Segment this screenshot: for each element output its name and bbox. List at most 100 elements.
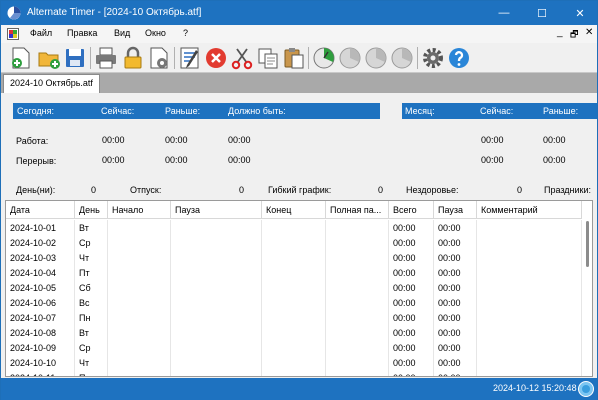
timer-start-icon[interactable] <box>312 46 336 70</box>
table-cell[interactable]: Вс <box>75 295 108 310</box>
table-cell[interactable]: Сб <box>75 280 108 295</box>
settings-document-icon[interactable] <box>147 46 171 70</box>
table-cell[interactable] <box>171 310 262 325</box>
mdi-restore-button[interactable]: 🗗 <box>570 27 578 43</box>
table-cell[interactable]: Ср <box>75 340 108 355</box>
table-row[interactable]: 2024-10-04 Пт 00:00 00:00 <box>6 265 582 280</box>
table-cell[interactable]: 00:00 <box>389 265 434 280</box>
column-header[interactable]: Всего <box>389 201 434 219</box>
table-cell[interactable] <box>108 310 171 325</box>
table-cell[interactable]: 00:00 <box>434 265 477 280</box>
table-cell[interactable]: Пн <box>75 310 108 325</box>
table-cell[interactable] <box>326 235 389 250</box>
table-cell[interactable]: 2024-10-01 <box>6 220 75 235</box>
table-cell[interactable]: 2024-10-11 <box>6 370 75 376</box>
table-cell[interactable] <box>171 355 262 370</box>
table-cell[interactable] <box>262 265 326 280</box>
table-cell[interactable]: 2024-10-06 <box>6 295 75 310</box>
table-cell[interactable]: 00:00 <box>434 250 477 265</box>
table-cell[interactable] <box>326 340 389 355</box>
timer-pause-icon[interactable] <box>338 46 362 70</box>
table-cell[interactable] <box>477 250 582 265</box>
table-cell[interactable] <box>477 235 582 250</box>
table-cell[interactable] <box>326 220 389 235</box>
table-cell[interactable] <box>108 355 171 370</box>
table-cell[interactable]: 2024-10-08 <box>6 325 75 340</box>
table-cell[interactable] <box>108 370 171 376</box>
timer-resume-icon[interactable] <box>364 46 388 70</box>
table-cell[interactable]: Вт <box>75 325 108 340</box>
table-cell[interactable] <box>477 220 582 235</box>
delete-icon[interactable] <box>204 46 228 70</box>
table-row[interactable]: 2024-10-05 Сб 00:00 00:00 <box>6 280 582 295</box>
table-cell[interactable]: 2024-10-02 <box>6 235 75 250</box>
column-header[interactable]: Пауза <box>171 201 262 219</box>
table-cell[interactable] <box>477 370 582 376</box>
table-row[interactable]: 2024-10-03 Чт 00:00 00:00 <box>6 250 582 265</box>
table-row[interactable]: 2024-10-01 Вт 00:00 00:00 <box>6 220 582 235</box>
table-cell[interactable] <box>171 325 262 340</box>
table-cell[interactable]: 2024-10-03 <box>6 250 75 265</box>
table-cell[interactable] <box>108 280 171 295</box>
table-cell[interactable] <box>262 235 326 250</box>
timesheet-grid[interactable]: Дата День Начало Пауза Конец Полная па... Всег… <box>5 200 593 377</box>
table-cell[interactable] <box>477 265 582 280</box>
close-button[interactable]: ✕ <box>563 1 597 25</box>
table-cell[interactable] <box>262 250 326 265</box>
column-header[interactable]: Начало <box>108 201 171 219</box>
table-cell[interactable] <box>262 370 326 376</box>
table-cell[interactable] <box>326 355 389 370</box>
table-cell[interactable]: 2024-10-04 <box>6 265 75 280</box>
cut-icon[interactable] <box>230 46 254 70</box>
table-cell[interactable] <box>108 265 171 280</box>
table-row[interactable]: 2024-10-07 Пн 00:00 00:00 <box>6 310 582 325</box>
minimize-button[interactable]: — <box>487 1 521 25</box>
table-cell[interactable]: Чт <box>75 250 108 265</box>
table-cell[interactable] <box>262 355 326 370</box>
column-header[interactable]: День <box>75 201 108 219</box>
menu-file[interactable]: Файл <box>30 28 52 38</box>
open-folder-icon[interactable] <box>37 46 61 70</box>
document-icon[interactable] <box>7 28 19 40</box>
table-cell[interactable] <box>326 280 389 295</box>
table-cell[interactable] <box>262 340 326 355</box>
table-cell[interactable] <box>171 220 262 235</box>
table-cell[interactable]: 00:00 <box>389 235 434 250</box>
column-header[interactable]: Пауза <box>434 201 477 219</box>
lock-icon[interactable] <box>121 46 145 70</box>
new-file-icon[interactable] <box>9 46 33 70</box>
table-cell[interactable]: 00:00 <box>389 355 434 370</box>
menu-edit[interactable]: Правка <box>67 28 97 38</box>
table-cell[interactable] <box>326 295 389 310</box>
table-cell[interactable]: 00:00 <box>434 370 477 376</box>
table-cell[interactable] <box>326 370 389 376</box>
menu-view[interactable]: Вид <box>114 28 130 38</box>
table-cell[interactable]: 00:00 <box>389 370 434 376</box>
table-cell[interactable]: Ср <box>75 235 108 250</box>
print-icon[interactable] <box>94 46 118 70</box>
table-cell[interactable]: 00:00 <box>389 340 434 355</box>
table-cell[interactable] <box>171 265 262 280</box>
column-header[interactable]: Дата <box>6 201 75 219</box>
table-cell[interactable] <box>262 310 326 325</box>
table-cell[interactable]: 00:00 <box>434 280 477 295</box>
timer-stop-icon[interactable] <box>390 46 414 70</box>
table-cell[interactable]: 00:00 <box>434 325 477 340</box>
table-cell[interactable] <box>477 310 582 325</box>
table-cell[interactable]: 00:00 <box>434 355 477 370</box>
table-cell[interactable]: Чт <box>75 355 108 370</box>
table-cell[interactable] <box>171 295 262 310</box>
table-cell[interactable]: 2024-10-05 <box>6 280 75 295</box>
table-cell[interactable] <box>171 280 262 295</box>
save-icon[interactable] <box>63 46 87 70</box>
table-cell[interactable] <box>477 340 582 355</box>
table-cell[interactable] <box>108 295 171 310</box>
maximize-button[interactable]: ☐ <box>525 1 559 25</box>
table-cell[interactable] <box>108 250 171 265</box>
menu-window[interactable]: Окно <box>145 28 166 38</box>
table-cell[interactable]: 2024-10-10 <box>6 355 75 370</box>
table-cell[interactable]: Пт <box>75 370 108 376</box>
vertical-scrollbar[interactable] <box>582 219 592 376</box>
table-row[interactable]: 2024-10-10 Чт 00:00 00:00 <box>6 355 582 370</box>
table-cell[interactable]: 00:00 <box>389 325 434 340</box>
